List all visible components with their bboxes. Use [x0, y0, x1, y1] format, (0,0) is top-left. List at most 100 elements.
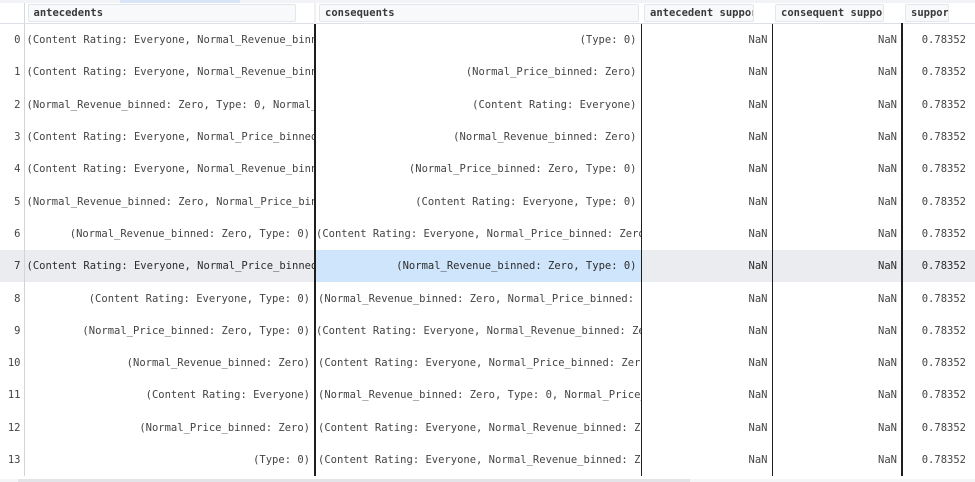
cell-antecedents[interactable]: (Type: 0)	[23, 443, 316, 477]
cell-consequents[interactable]: (Content Rating: Everyone, Type: 0)	[315, 185, 642, 218]
cell-consequent-support[interactable]: NaN	[772, 185, 903, 218]
table-row[interactable]: 4 (Content Rating: Everyone, Normal_Reve…	[0, 153, 975, 186]
cell-support[interactable]: 0.78352	[902, 412, 975, 444]
cell-support[interactable]: 0.78352	[902, 185, 975, 217]
cell-antecedent-support[interactable]: NaN	[641, 217, 773, 251]
cell-antecedent-support[interactable]: NaN	[641, 120, 773, 154]
table-row[interactable]: 5 (Normal_Revenue_binned: Zero, Normal_P…	[0, 185, 975, 218]
cell-antecedents[interactable]: (Normal_Revenue_binned: Zero)	[23, 346, 316, 380]
row-index: 4	[14, 163, 21, 176]
table-row[interactable]: 9 (Normal_Price_binned: Zero, Type: 0) (…	[0, 314, 975, 347]
cell-consequent-support[interactable]: NaN	[772, 56, 903, 89]
cell-antecedent-support[interactable]: NaN	[641, 346, 773, 380]
cell-antecedents[interactable]: (Content Rating: Everyone)	[23, 379, 316, 412]
cell-antecedent-support[interactable]: NaN	[641, 282, 773, 315]
cell-support[interactable]: 0.78352	[902, 315, 975, 347]
table-row[interactable]: 8 (Content Rating: Everyone, Type: 0) (N…	[0, 282, 975, 315]
cell-antecedents[interactable]: (Normal_Price_binned: Zero)	[23, 411, 316, 444]
cell-consequents[interactable]: (Content Rating: Everyone, Normal_Revenu…	[315, 314, 642, 347]
column-header-antecedents[interactable]: antecedents	[24, 3, 316, 24]
cell-consequent-support[interactable]: NaN	[772, 88, 903, 121]
column-header-label: antecedent support	[644, 4, 754, 22]
cell-antecedent-support[interactable]: NaN	[641, 250, 773, 283]
cell-support[interactable]: 0.78352	[902, 121, 975, 153]
row-index: 10	[7, 357, 21, 370]
cell-consequent-support[interactable]: NaN	[772, 346, 903, 380]
cell-consequent-support[interactable]: NaN	[772, 250, 903, 283]
cell-consequent-support[interactable]: NaN	[772, 120, 903, 154]
cell-consequent-support[interactable]: NaN	[772, 411, 903, 444]
table-row-selected[interactable]: 7 (Content Rating: Everyone, Normal_Pric…	[0, 250, 975, 283]
cell-antecedent-support[interactable]: NaN	[641, 185, 773, 218]
cell-antecedent-support[interactable]: NaN	[641, 314, 773, 347]
cell-support[interactable]: 0.78352	[902, 218, 975, 250]
cell-consequent-support[interactable]: NaN	[772, 443, 903, 477]
row-index: 1	[14, 66, 21, 79]
cell-antecedents[interactable]: (Content Rating: Everyone, Normal_Price_…	[23, 120, 316, 154]
cell-support[interactable]: 0.78352	[902, 250, 975, 283]
row-index: 9	[14, 324, 21, 337]
cell-consequents[interactable]: (Content Rating: Everyone, Normal_Revenu…	[315, 443, 642, 477]
cell-antecedents[interactable]: (Content Rating: Everyone, Normal_Revenu…	[23, 153, 316, 186]
cell-consequents[interactable]: (Content Rating: Everyone)	[315, 88, 642, 121]
cell-consequents[interactable]: (Normal_Price_binned: Zero)	[315, 56, 642, 89]
table-row[interactable]: 12 (Normal_Price_binned: Zero) (Content …	[0, 411, 975, 444]
cell-support[interactable]: 0.78352	[902, 89, 975, 121]
cell-consequent-support[interactable]: NaN	[772, 23, 903, 57]
table-row[interactable]: 13 (Type: 0) (Content Rating: Everyone, …	[0, 443, 975, 477]
table-row[interactable]: 3 (Content Rating: Everyone, Normal_Pric…	[0, 120, 975, 154]
table-row[interactable]: 11 (Content Rating: Everyone) (Normal_Re…	[0, 379, 975, 412]
cell-consequents[interactable]: (Normal_Revenue_binned: Zero, Type: 0, N…	[315, 379, 642, 412]
cell-antecedent-support[interactable]: NaN	[641, 23, 773, 57]
row-index: 0	[14, 34, 21, 47]
cell-support[interactable]: 0.78352	[902, 24, 975, 57]
cell-consequents[interactable]: (Normal_Price_binned: Zero, Type: 0)	[315, 153, 642, 186]
cell-antecedent-support[interactable]: NaN	[641, 443, 773, 477]
table-row[interactable]: 2 (Normal_Revenue_binned: Zero, Type: 0,…	[0, 88, 975, 121]
cell-support[interactable]: 0.78352	[902, 153, 975, 185]
table-row[interactable]: 1 (Content Rating: Everyone, Normal_Reve…	[0, 56, 975, 89]
header-row: antecedents consequents antecedent suppo…	[0, 3, 975, 24]
column-header-consequents[interactable]: consequents	[315, 3, 641, 24]
cell-antecedents[interactable]: (Content Rating: Everyone, Normal_Price_…	[23, 250, 316, 283]
cell-antecedent-support[interactable]: NaN	[641, 56, 773, 89]
cell-antecedents[interactable]: (Content Rating: Everyone, Normal_Revenu…	[23, 56, 316, 89]
cell-consequents-selected[interactable]: (Normal_Revenue_binned: Zero, Type: 0)	[315, 250, 642, 283]
table-row[interactable]: 6 (Normal_Revenue_binned: Zero, Type: 0)…	[0, 217, 975, 251]
cell-support[interactable]: 0.78352	[902, 56, 975, 88]
row-index: 7	[0, 250, 24, 283]
cell-antecedents[interactable]: (Normal_Revenue_binned: Zero, Type: 0, N…	[23, 88, 316, 121]
cell-antecedents[interactable]: (Content Rating: Everyone, Normal_Revenu…	[23, 23, 316, 57]
cell-support[interactable]: 0.78352	[902, 444, 975, 476]
column-header-antecedent-support[interactable]: antecedent support	[641, 3, 772, 24]
index-header	[0, 3, 25, 24]
cell-consequents[interactable]: (Content Rating: Everyone, Normal_Revenu…	[315, 411, 642, 444]
column-header-support[interactable]: support	[902, 3, 975, 24]
cell-antecedents[interactable]: (Content Rating: Everyone, Type: 0)	[23, 282, 316, 315]
cell-consequents[interactable]: (Type: 0)	[315, 23, 642, 57]
table-row[interactable]: 0 (Content Rating: Everyone, Normal_Reve…	[0, 23, 975, 57]
cell-antecedent-support[interactable]: NaN	[641, 411, 773, 444]
table-row[interactable]: 10 (Normal_Revenue_binned: Zero) (Conten…	[0, 346, 975, 380]
cell-antecedent-support[interactable]: NaN	[641, 88, 773, 121]
cell-antecedent-support[interactable]: NaN	[641, 379, 773, 412]
row-index: 6	[14, 227, 21, 240]
cell-consequents[interactable]: (Normal_Revenue_binned: Zero, Normal_Pri…	[315, 282, 642, 315]
cell-consequent-support[interactable]: NaN	[772, 153, 903, 186]
cell-antecedent-support[interactable]: NaN	[641, 153, 773, 186]
dataframe-table: antecedents consequents antecedent suppo…	[0, 3, 975, 477]
cell-consequent-support[interactable]: NaN	[772, 379, 903, 412]
cell-support[interactable]: 0.78352	[902, 379, 975, 411]
cell-consequent-support[interactable]: NaN	[772, 282, 903, 315]
cell-consequents[interactable]: (Normal_Revenue_binned: Zero)	[315, 120, 642, 154]
cell-antecedents[interactable]: (Normal_Revenue_binned: Zero, Normal_Pri…	[23, 185, 316, 218]
cell-support[interactable]: 0.78352	[902, 282, 975, 314]
column-header-consequent-support[interactable]: consequent support	[772, 3, 902, 24]
cell-antecedents[interactable]: (Normal_Revenue_binned: Zero, Type: 0)	[23, 217, 316, 251]
cell-consequents[interactable]: (Content Rating: Everyone, Normal_Price_…	[315, 346, 642, 380]
cell-consequent-support[interactable]: NaN	[772, 314, 903, 347]
cell-consequents[interactable]: (Content Rating: Everyone, Normal_Price_…	[315, 217, 642, 251]
cell-support[interactable]: 0.78352	[902, 347, 975, 379]
cell-consequent-support[interactable]: NaN	[772, 217, 903, 251]
cell-antecedents[interactable]: (Normal_Price_binned: Zero, Type: 0)	[23, 314, 316, 347]
